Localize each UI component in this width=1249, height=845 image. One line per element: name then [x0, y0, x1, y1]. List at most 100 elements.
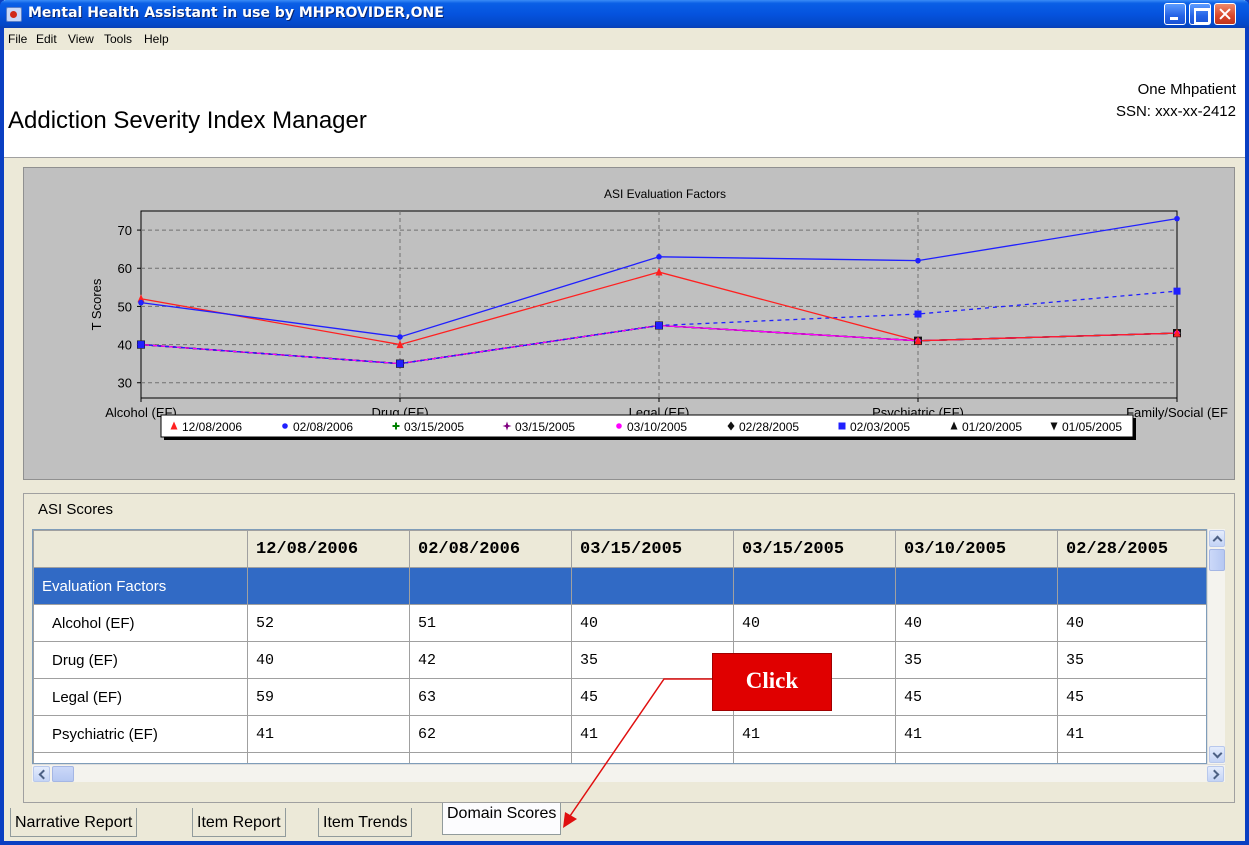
score-cell[interactable]: 43: [1057, 752, 1206, 763]
scroll-left-button[interactable]: [33, 766, 50, 782]
data-point: [915, 257, 921, 264]
scroll-thumb[interactable]: [1209, 549, 1225, 571]
column-header[interactable]: 03/10/2005: [895, 530, 1058, 568]
click-callout-label: Click: [745, 668, 799, 693]
app-icon[interactable]: [6, 7, 22, 22]
score-cell[interactable]: 41: [733, 715, 896, 753]
score-cell[interactable]: 59: [247, 678, 410, 716]
score-cell[interactable]: 41: [895, 715, 1058, 753]
column-header[interactable]: [33, 530, 248, 568]
vertical-scrollbar[interactable]: [1207, 529, 1225, 764]
asi-chart: ASI Evaluation Factors3040506070Alcohol …: [89, 187, 1228, 440]
scroll-right-button[interactable]: [1207, 766, 1224, 782]
row-label: Family/Social (EF): [33, 752, 248, 763]
legend-entry: 03/15/2005: [515, 420, 575, 434]
data-point: [914, 310, 922, 318]
score-cell[interactable]: 43: [247, 752, 410, 763]
scores-grid[interactable]: 12/08/2006 02/08/2006 03/15/2005 03/15/2…: [32, 529, 1207, 764]
score-cell[interactable]: 43: [895, 752, 1058, 763]
patient-name: One Mhpatient: [1137, 81, 1236, 98]
legend-entry: 02/28/2005: [739, 420, 799, 434]
legend-marker: [282, 423, 288, 429]
page-title: Addiction Severity Index Manager: [8, 107, 367, 134]
menu-tools[interactable]: Tools: [104, 32, 132, 46]
legend-entry: 01/20/2005: [962, 420, 1022, 434]
menu-help[interactable]: Help: [144, 32, 169, 46]
score-cell[interactable]: 40: [247, 641, 410, 679]
score-cell[interactable]: 41: [247, 715, 410, 753]
click-callout: Click: [712, 653, 832, 711]
row-label: Alcohol (EF): [33, 604, 248, 642]
grid-header-row: 12/08/2006 02/08/2006 03/15/2005 03/15/2…: [33, 530, 1206, 568]
score-cell[interactable]: 40: [895, 604, 1058, 642]
data-point: [1173, 287, 1181, 295]
row-label: Legal (EF): [33, 678, 248, 716]
page-header: Addiction Severity Index Manager One Mhp…: [4, 50, 1245, 158]
score-cell[interactable]: 43: [733, 752, 896, 763]
table-row[interactable]: Psychiatric (EF) 41 62 41 41 41 41: [33, 715, 1206, 753]
score-cell[interactable]: 41: [1057, 715, 1206, 753]
scroll-thumb-horizontal[interactable]: [52, 766, 74, 782]
scroll-down-button[interactable]: [1209, 746, 1225, 763]
menu-file[interactable]: File: [8, 32, 27, 46]
score-cell[interactable]: 45: [895, 678, 1058, 716]
tab-item-trends[interactable]: Item Trends: [318, 808, 413, 837]
score-cell[interactable]: 52: [247, 604, 410, 642]
table-row[interactable]: Alcohol (EF) 52 51 40 40 40 40: [33, 604, 1206, 642]
application-window: Mental Health Assistant in use by MHPROV…: [0, 0, 1249, 845]
scores-panel: ASI Scores 12/08/2006 02/08/2006 03/15/2…: [23, 493, 1235, 803]
column-header[interactable]: 02/08/2006: [409, 530, 572, 568]
chart-panel: ASI Evaluation Factors 30 40 50 60 70 Alcohol …: [23, 167, 1235, 480]
y-axis-label: T Scores: [89, 278, 104, 330]
score-cell[interactable]: 40: [733, 604, 896, 642]
legend-entry: 12/08/2006: [182, 420, 242, 434]
score-cell[interactable]: 40: [571, 604, 734, 642]
section-row[interactable]: Evaluation Factors: [33, 567, 1206, 605]
data-point: [655, 321, 663, 329]
score-cell[interactable]: 35: [1057, 641, 1206, 679]
score-cell[interactable]: 43: [571, 752, 734, 763]
horizontal-scrollbar[interactable]: [32, 764, 1225, 782]
score-cell[interactable]: 73: [409, 752, 572, 763]
score-cell[interactable]: 40: [1057, 604, 1206, 642]
score-cell[interactable]: 45: [1057, 678, 1206, 716]
maximize-button[interactable]: [1189, 3, 1211, 25]
table-row[interactable]: Drug (EF)404235353535: [33, 641, 1206, 679]
tab-narrative-report[interactable]: Narrative Report: [10, 808, 138, 837]
scroll-up-button[interactable]: [1209, 530, 1225, 547]
menu-bar: File Edit View Tools Help: [4, 28, 1245, 50]
window-title: Mental Health Assistant in use by MHPROV…: [28, 5, 444, 21]
table-row[interactable]: Legal (EF)596345454545: [33, 678, 1206, 716]
data-point: [138, 299, 144, 306]
minimize-button[interactable]: [1164, 3, 1186, 25]
score-cell[interactable]: 41: [571, 715, 734, 753]
menu-edit[interactable]: Edit: [36, 32, 57, 46]
data-point: [396, 360, 404, 368]
y-tick-label: 40: [118, 338, 132, 353]
title-bar[interactable]: Mental Health Assistant in use by MHPROV…: [0, 0, 1249, 28]
score-cell[interactable]: 42: [409, 641, 572, 679]
patient-ssn: SSN: xxx-xx-2412: [1115, 103, 1236, 120]
x-tick-label: Family/Social (EF: [1126, 405, 1228, 420]
legend-marker: [616, 423, 622, 429]
score-cell[interactable]: 51: [409, 604, 572, 642]
column-header[interactable]: 02/28/2005: [1057, 530, 1206, 568]
score-cell[interactable]: 45: [571, 678, 734, 716]
score-cell[interactable]: 62: [409, 715, 572, 753]
column-header[interactable]: 03/15/2005: [733, 530, 896, 568]
score-cell[interactable]: 35: [571, 641, 734, 679]
table-row[interactable]: Family/Social (EF)437343434343: [33, 752, 1206, 763]
tab-domain-scores[interactable]: Domain Scores: [442, 803, 562, 835]
legend-marker: [838, 422, 846, 430]
section-label: Evaluation Factors: [33, 567, 248, 605]
scores-label: ASI Scores: [38, 501, 114, 518]
tab-item-report[interactable]: Item Report: [192, 808, 286, 837]
row-label: Drug (EF): [33, 641, 248, 679]
close-button[interactable]: [1214, 3, 1236, 25]
column-header[interactable]: 03/15/2005: [571, 530, 734, 568]
score-cell[interactable]: 35: [895, 641, 1058, 679]
score-cell[interactable]: 63: [409, 678, 572, 716]
menu-view[interactable]: View: [68, 32, 94, 46]
legend-entry: 03/15/2005: [404, 420, 464, 434]
column-header[interactable]: 12/08/2006: [247, 530, 410, 568]
